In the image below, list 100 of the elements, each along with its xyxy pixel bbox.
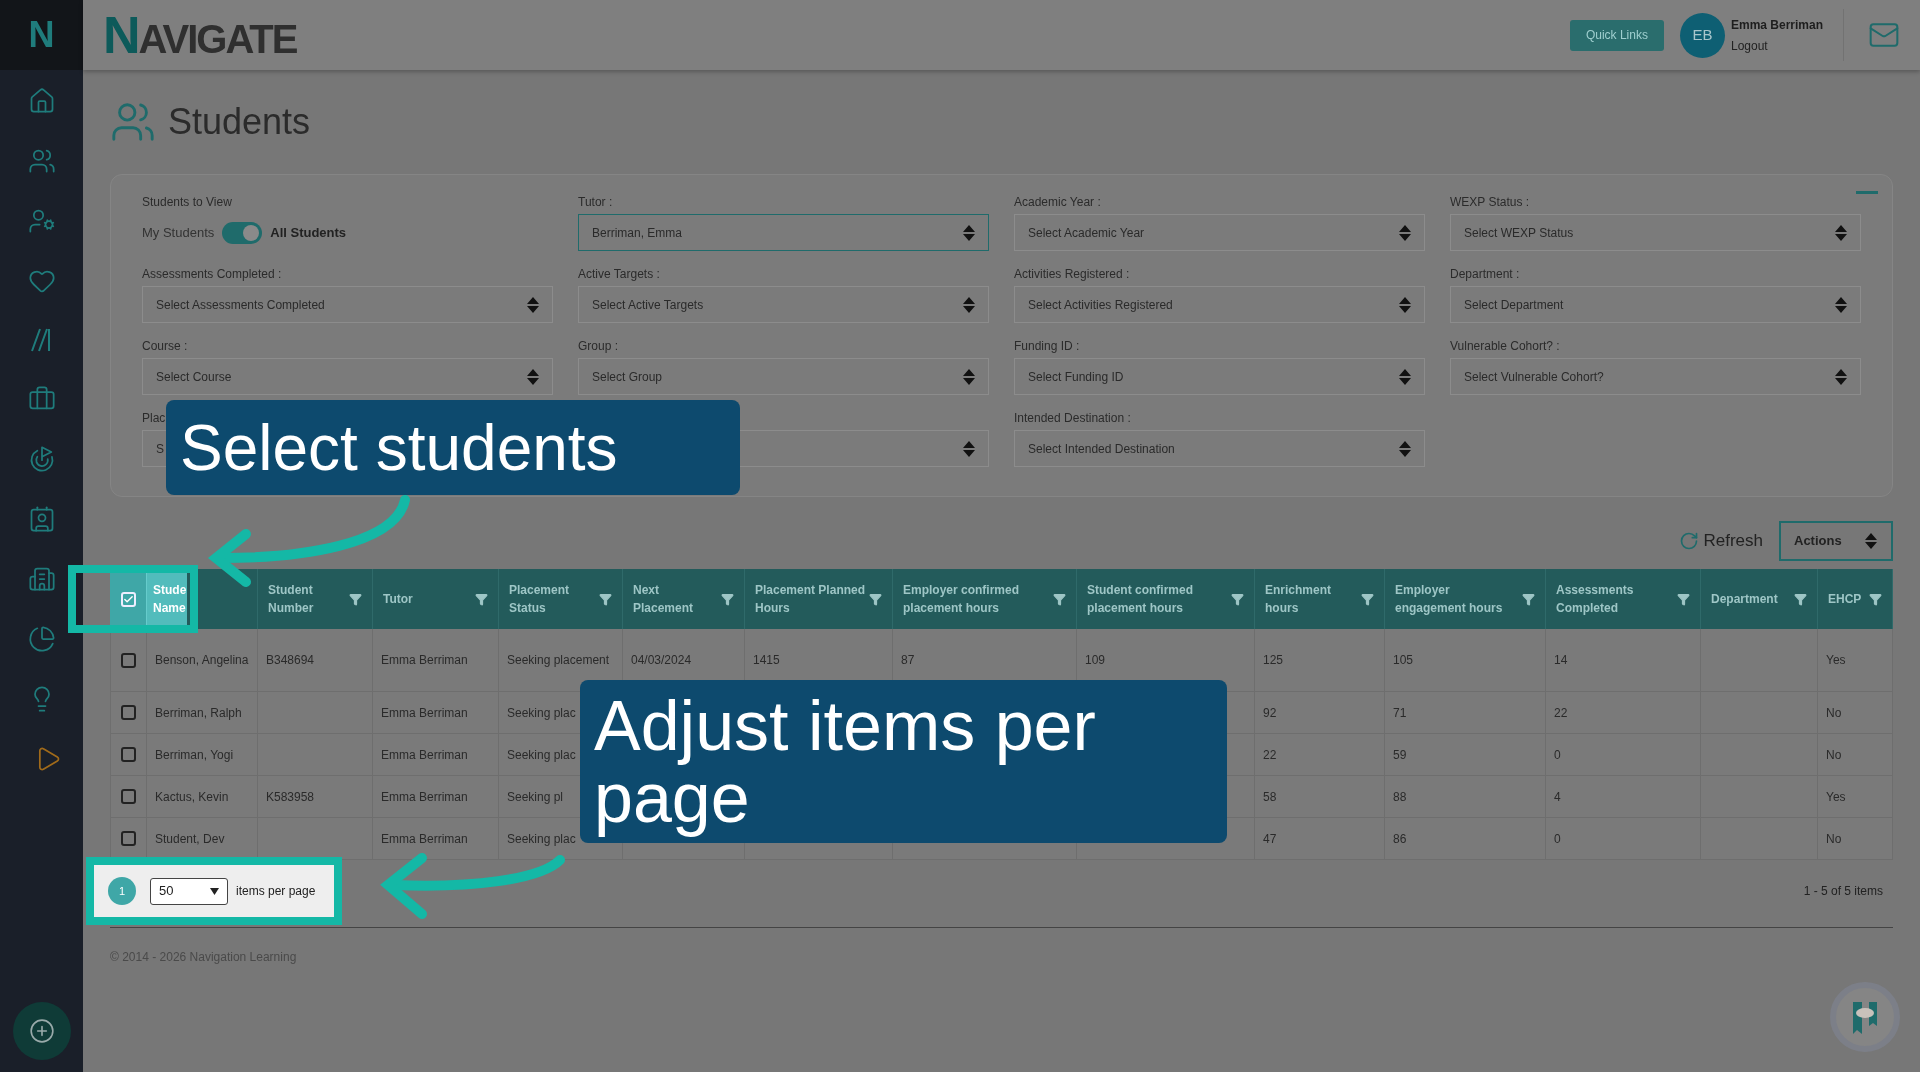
table-cell-text: 47 (1263, 830, 1277, 848)
filter-select[interactable]: Select Activities Registered (1014, 286, 1425, 323)
table-cell-text: Emma Berriman (381, 704, 468, 722)
table-cell-text: Student, Dev (155, 830, 225, 848)
sort-arrows-icon (1864, 532, 1878, 550)
table-cell-text: Emma Berriman (381, 746, 468, 764)
table-cell-text: 92 (1263, 704, 1277, 722)
table-cell-text: Berriman, Ralph (155, 704, 242, 722)
table-cell-text: 88 (1393, 788, 1407, 806)
filter-icon[interactable] (599, 592, 612, 606)
filter-label: Active Targets : (578, 267, 661, 281)
quick-links-button[interactable]: Quick Links (1569, 19, 1664, 51)
row-checkbox[interactable] (121, 789, 136, 804)
table-cell-text: K583958 (266, 788, 315, 806)
filter-label: Department : (1450, 267, 1521, 281)
filter-icon[interactable] (1677, 592, 1690, 606)
filter-label: WEXP Status : (1450, 195, 1531, 209)
sort-arrows-icon (962, 367, 976, 386)
table-cell-text: Yes (1826, 652, 1846, 669)
filter-icon[interactable] (1361, 592, 1374, 606)
filter-select[interactable]: Select WEXP Status (1450, 214, 1861, 251)
table-cell-text: Seeking placement (507, 652, 610, 669)
refresh-button[interactable]: Refresh (1679, 528, 1763, 554)
callout-tooltip: Select students (166, 400, 740, 495)
filter-label: Course : (142, 339, 189, 353)
sort-arrows-icon (1834, 223, 1848, 242)
users-icon[interactable] (27, 147, 56, 175)
sort-arrows-icon (1398, 367, 1412, 386)
plus-circle-icon (28, 1018, 55, 1044)
callout-tooltip: Adjust items per page (580, 680, 1227, 843)
pie-chart-icon[interactable] (27, 625, 56, 653)
row-checkbox[interactable] (121, 652, 136, 668)
table-cell-text: 0 (1554, 746, 1561, 764)
filter-select[interactable]: Select Group (578, 358, 989, 395)
logout-link[interactable]: Logout (1730, 36, 1823, 55)
filter-select[interactable]: Select Assessments Completed (142, 286, 553, 323)
caret-icon (210, 887, 219, 895)
row-checkbox[interactable] (121, 705, 136, 720)
table-cell-text: 1415 (753, 652, 780, 669)
filter-select[interactable]: Berriman, Emma (578, 214, 989, 251)
items-summary: 1 - 5 of 5 items (1803, 883, 1883, 900)
page-title: Students (168, 100, 311, 144)
table-cell-text: No (1826, 704, 1842, 722)
table-cell-text: Kactus, Kevin (155, 788, 229, 806)
filter-icon[interactable] (1522, 592, 1535, 606)
sort-arrows-icon (962, 295, 976, 314)
table-cell-text: 4 (1554, 788, 1561, 806)
sort-arrows-icon (1398, 295, 1412, 314)
user-icon[interactable] (27, 207, 56, 235)
row-checkbox[interactable] (121, 831, 136, 846)
filter-icon[interactable] (869, 592, 882, 606)
navigate-logo[interactable]: NAVIGATE (103, 0, 297, 74)
filter-select[interactable]: Select Funding ID (1014, 358, 1425, 395)
sort-arrows-icon (1834, 295, 1848, 314)
row-checkbox[interactable] (121, 747, 136, 762)
select-all-checkbox[interactable] (120, 591, 136, 607)
table-cell-text: 109 (1085, 652, 1106, 669)
filter-label: Plac (142, 411, 167, 425)
filter-label: Tutor : (578, 195, 614, 209)
building-icon[interactable] (27, 565, 56, 593)
filter-label: Assessments Completed : (142, 267, 283, 281)
table-cell-text: Seeking pl (507, 788, 564, 806)
table-cell-text: 22 (1263, 746, 1277, 764)
filter-label: Vulnerable Cohort? : (1450, 339, 1561, 353)
filter-label: Group : (578, 339, 620, 353)
actions-dropdown[interactable]: Actions (1779, 521, 1893, 561)
user-avatar[interactable]: EB (1679, 12, 1725, 58)
filter-select[interactable]: Select Course (142, 358, 553, 395)
table-cell-text: Seeking plac (507, 746, 576, 764)
filter-icon[interactable] (1794, 592, 1807, 606)
per-page-label: items per page (236, 883, 316, 900)
table-cell-text: 04/03/2024 (631, 652, 692, 669)
table-cell-text: 71 (1393, 704, 1407, 722)
filter-icon[interactable] (721, 592, 734, 606)
sort-arrows-icon (526, 367, 540, 386)
filter-icon[interactable] (1053, 592, 1066, 606)
filter-icon[interactable] (349, 592, 362, 606)
sort-arrows-icon (962, 223, 976, 242)
table-cell-text: No (1826, 746, 1842, 764)
filter-select[interactable]: Select Department (1450, 286, 1861, 323)
table-cell-text: Yes (1826, 788, 1846, 806)
filter-select[interactable]: Select Vulnerable Cohort? (1450, 358, 1861, 395)
table-cell-text: Emma Berriman (381, 830, 468, 848)
filter-label: Academic Year : (1014, 195, 1102, 209)
user-name: Emma Berriman (1730, 16, 1823, 34)
filter-select[interactable]: Select Academic Year (1014, 214, 1425, 251)
students-toggle[interactable] (222, 221, 263, 244)
refresh-icon (1679, 531, 1700, 551)
check-icon (122, 593, 134, 605)
filter-select[interactable]: Select Intended Destination (1014, 430, 1425, 467)
toggle-label: All Students (270, 223, 347, 242)
page-size-select[interactable]: 50 (150, 877, 228, 905)
table-cell-text: 105 (1393, 652, 1414, 669)
filter-select[interactable]: Select Active Targets (578, 286, 989, 323)
page-number[interactable]: 1 (108, 877, 136, 905)
table-cell-text: 59 (1393, 746, 1407, 764)
filter-icon[interactable] (475, 592, 488, 606)
table-cell-text: 86 (1393, 830, 1407, 848)
filter-icon[interactable] (1869, 592, 1882, 606)
filter-icon[interactable] (1231, 592, 1244, 606)
